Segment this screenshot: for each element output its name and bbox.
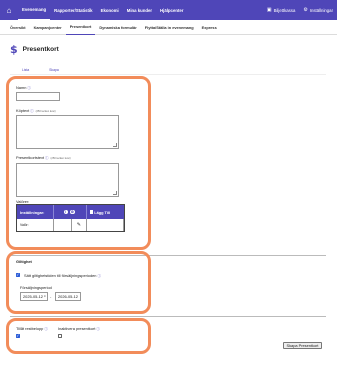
- col-settings: Inställningar:: [17, 205, 55, 219]
- col-add[interactable]: Lägg Till: [87, 205, 124, 219]
- sales-period-checkbox-label: Sätt giltighetstiden till försäljningspe…: [24, 273, 101, 278]
- nav-right-group: ▣ Biljettkassa ⚙ Inställningar: [263, 0, 337, 20]
- page-title: Presentkort: [22, 46, 59, 53]
- info-icon: ⓘ: [45, 156, 49, 160]
- values-table-header: Inställningar: i ⚙ Lägg Till: [17, 205, 124, 219]
- buy-text-hint: (250 tecken kvar): [35, 110, 56, 113]
- name-label: Namnⓘ: [16, 85, 31, 90]
- buy-text-textarea[interactable]: [16, 115, 119, 149]
- inactivate-checkbox[interactable]: [58, 334, 62, 338]
- allow-remainder-label: Tillåt restbeloppⓘ: [16, 326, 48, 331]
- card-text-textarea[interactable]: [16, 163, 119, 197]
- tabs-divider: [10, 74, 326, 75]
- nav-item-mina-kunder[interactable]: Mina kunder: [123, 0, 156, 20]
- info-icon: ⓘ: [97, 274, 101, 278]
- highlight-box-options: [6, 318, 151, 354]
- card-text-label-text: Presentkortstext: [16, 155, 45, 160]
- biljettkassa-label: Biljettkassa: [273, 7, 296, 13]
- allow-remainder-text: Tillåt restbelopp: [16, 326, 44, 331]
- installningar-label: Inställningar: [309, 7, 333, 13]
- date-separator: -: [50, 294, 52, 299]
- edit-pencil-icon[interactable]: ✎: [72, 219, 87, 231]
- end-date-value: 2026-05-12: [58, 294, 78, 299]
- ticket-icon: ▣: [266, 7, 272, 13]
- empty-cell: [87, 219, 124, 231]
- tab-skapa[interactable]: Skapa: [49, 68, 59, 72]
- inactivate-text: Inaktivera presentkort: [58, 326, 96, 331]
- sub-navigation: Översikt Kampanjcenter Presentkort Dynam…: [0, 20, 337, 35]
- nav-item-ekonomi[interactable]: Ekonomi: [97, 0, 123, 20]
- sales-period-checkbox[interactable]: [16, 272, 20, 277]
- name-label-text: Namn: [16, 85, 27, 90]
- nav-item-rapporter[interactable]: Rapporter/Statistik: [50, 0, 96, 20]
- info-icon: ⓘ: [96, 327, 100, 331]
- subnav-item-oversikt[interactable]: Översikt: [6, 20, 30, 35]
- value-input[interactable]: [54, 219, 72, 231]
- nav-item-hjalpcenter[interactable]: Hjälpcenter: [156, 0, 187, 20]
- start-date-input[interactable]: 2025-05-12 ⬍: [20, 292, 48, 301]
- subnav-item-flytta[interactable]: Flytta/Ställa in evenemang: [141, 20, 198, 35]
- validity-heading: Giltighet: [16, 259, 32, 264]
- spinner-icon: ⬍: [43, 295, 46, 298]
- section-divider: [10, 316, 326, 317]
- tab-lista[interactable]: Lista: [22, 68, 29, 72]
- nav-item-installningar[interactable]: ⚙ Inställningar: [299, 0, 337, 20]
- info-icon: ⓘ: [27, 86, 31, 90]
- row-label: Valör:: [17, 219, 55, 231]
- info-circle-icon[interactable]: i: [63, 209, 68, 215]
- add-checkbox-icon: [89, 210, 94, 214]
- values-table: Inställningar: i ⚙ Lägg Till Valör: ✎: [16, 204, 125, 232]
- start-date-value: 2025-05-12: [23, 294, 43, 299]
- settings-circle-icon[interactable]: ⚙: [70, 209, 75, 215]
- end-date-input[interactable]: 2026-05-12: [55, 292, 81, 301]
- top-navigation: ⌂ Evenemang Rapporter/Statistik Ekonomi …: [0, 0, 337, 20]
- col-add-label: Lägg Till: [94, 209, 111, 215]
- name-input[interactable]: [16, 92, 60, 101]
- info-icon: ⓘ: [30, 109, 34, 113]
- nav-item-evenemang[interactable]: Evenemang: [18, 0, 51, 20]
- subnav-item-dynamiska-formular[interactable]: Dynamiska formulär: [95, 20, 140, 35]
- page-tabs: Lista Skapa: [22, 68, 79, 72]
- home-icon[interactable]: ⌂: [0, 0, 18, 20]
- buy-text-label: Köptextⓘ (250 tecken kvar): [16, 108, 56, 113]
- subnav-item-presentkort[interactable]: Presentkort: [65, 20, 96, 35]
- nav-item-biljettkassa[interactable]: ▣ Biljettkassa: [263, 0, 299, 20]
- inactivate-label: Inaktivera presentkortⓘ: [58, 326, 100, 331]
- buy-text-label-text: Köptext: [16, 108, 30, 113]
- create-giftcard-button[interactable]: Skapa Presentkort: [283, 342, 322, 349]
- card-text-label: Presentkortstextⓘ (250 tecken kvar): [16, 155, 71, 160]
- subnav-item-kampanjcenter[interactable]: Kampanjcenter: [30, 20, 66, 35]
- info-icon: ⓘ: [44, 327, 48, 331]
- sales-period-label: Försäljningsperiod: [20, 285, 52, 290]
- subnav-item-express[interactable]: Express: [198, 20, 221, 35]
- card-text-hint: (250 tecken kvar): [50, 157, 71, 160]
- sales-period-checkbox-text: Sätt giltighetstiden till försäljningspe…: [24, 273, 97, 278]
- page-header: $ Presentkort: [10, 43, 59, 56]
- values-table-row: Valör: ✎: [17, 219, 124, 231]
- col-icons: i ⚙: [54, 205, 87, 219]
- gear-icon: ⚙: [303, 7, 308, 13]
- allow-remainder-checkbox[interactable]: [16, 333, 20, 338]
- dollar-icon: $: [10, 43, 18, 56]
